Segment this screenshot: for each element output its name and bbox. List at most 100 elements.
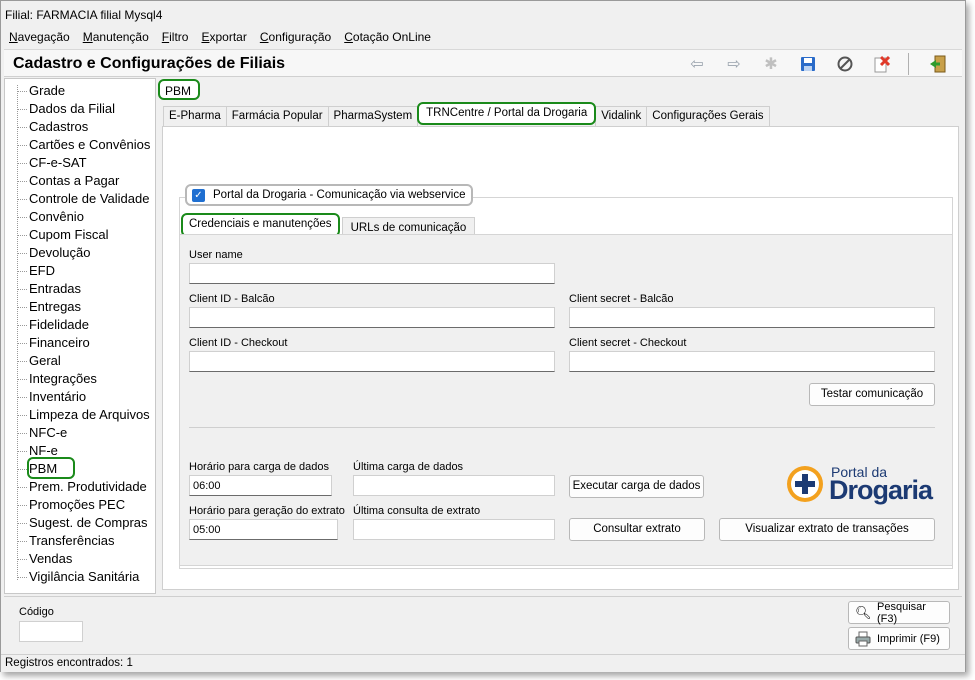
tree-item-devolucao[interactable]: Devolução (29, 245, 90, 261)
tree-branch-line (17, 523, 27, 524)
tab-farmacia-popular[interactable]: Farmácia Popular (225, 106, 329, 126)
menu-navegacao[interactable]: Navegação (9, 29, 70, 49)
tree-item-cf-e-sat[interactable]: CF-e-SAT (29, 155, 87, 171)
tree-item-grade[interactable]: Grade (29, 83, 65, 99)
consultar-extrato-button[interactable]: Consultar extrato (569, 518, 705, 541)
tree-item-geral[interactable]: Geral (29, 353, 61, 369)
search-button-label: Pesquisar (F3) (877, 600, 926, 625)
tree-item-contas-a-pagar[interactable]: Contas a Pagar (29, 173, 119, 189)
tree-item-entradas[interactable]: Entradas (29, 281, 81, 297)
tree-branch-line (17, 361, 27, 362)
menu-configuracao[interactable]: Configuração (260, 29, 331, 49)
user-name-input[interactable] (189, 263, 555, 284)
tree-item-fidelidade[interactable]: Fidelidade (29, 317, 89, 333)
tree-item-vigilancia-sanitaria[interactable]: Vigilância Sanitária (29, 569, 139, 585)
codigo-input[interactable] (19, 621, 83, 642)
tree-item-entregas[interactable]: Entregas (29, 299, 81, 315)
tree-item-pbm[interactable]: PBM (29, 461, 57, 477)
tree-item-cadastros[interactable]: Cadastros (29, 119, 88, 135)
tree-item-transferencias[interactable]: Transferências (29, 533, 115, 549)
tree-item-nfc-e[interactable]: NFC-e (29, 425, 67, 441)
tree-item-nf-e[interactable]: NF-e (29, 443, 58, 459)
ultima-consulta-field (353, 519, 555, 540)
tree-item-prem-produtividade[interactable]: Prem. Produtividade (29, 479, 147, 495)
tree-item-convenio[interactable]: Convênio (29, 209, 84, 225)
menu-cotacao-online[interactable]: Cotação OnLine (344, 29, 431, 49)
client-secret-balcao-input[interactable] (569, 307, 935, 328)
tree-item-sugest-de-compras[interactable]: Sugest. de Compras (29, 515, 148, 531)
tree-item-integracoes[interactable]: Integrações (29, 371, 97, 387)
tree-item-cupom-fiscal[interactable]: Cupom Fiscal (29, 227, 108, 243)
tree-branch-line (17, 415, 27, 416)
tree-branch-line (17, 289, 27, 290)
exit-icon[interactable] (926, 53, 950, 75)
tree-branch-line (17, 451, 27, 452)
tree-item-financeiro[interactable]: Financeiro (29, 335, 90, 351)
tree-branch-line (17, 163, 27, 164)
checkbox-checked-icon[interactable]: ✓ (192, 188, 205, 202)
tab-pharmasystem[interactable]: PharmaSystem (327, 106, 419, 126)
forward-arrow-icon[interactable]: ⇨ (722, 53, 746, 75)
menu-bar: Navegação Manutenção Filtro Exportar Con… (1, 29, 965, 49)
tree-branch-line (17, 217, 27, 218)
horario-extrato-label: Horário para geração do extrato (189, 505, 345, 517)
content-area: PBM E-Pharma Farmácia Popular PharmaSyst… (158, 78, 963, 594)
client-secret-checkout-input[interactable] (569, 351, 935, 372)
logo-plus-horizontal (795, 481, 815, 487)
search-button[interactable]: 🔍︎ Pesquisar (F3) (848, 600, 950, 625)
horario-carga-input[interactable]: 06:00 (189, 475, 332, 496)
tree-branch-line (17, 505, 27, 506)
tree-branch-line (17, 577, 27, 578)
menu-exportar[interactable]: Exportar (201, 29, 246, 49)
tree-item-limpeza-de-arquivos[interactable]: Limpeza de Arquivos (29, 407, 150, 423)
visualizar-extrato-button[interactable]: Visualizar extrato de transações (719, 518, 935, 541)
cancel-icon[interactable] (833, 53, 857, 75)
test-communication-button[interactable]: Testar comunicação (809, 383, 935, 406)
tree-item-cartoes-e-convenios[interactable]: Cartões e Convênios (29, 137, 150, 153)
tree-item-controle-de-validade[interactable]: Controle de Validade (29, 191, 149, 207)
printer-icon (855, 631, 871, 647)
horario-carga-label: Horário para carga de dados (189, 461, 330, 473)
tree-item-dados-da-filial[interactable]: Dados da Filial (29, 101, 115, 117)
tree-branch-line (17, 541, 27, 542)
print-button[interactable]: Imprimir (F9) (848, 627, 950, 650)
tree-branch-line (17, 145, 27, 146)
back-arrow-icon[interactable]: ⇦ (685, 53, 709, 75)
tab-configuracoes-gerais[interactable]: Configurações Gerais (646, 106, 770, 126)
portal-webservice-checkbox[interactable]: ✓ Portal da Drogaria - Comunicação via w… (185, 184, 474, 206)
client-id-checkout-input[interactable] (189, 351, 555, 372)
logo-text-line2: Drogaria (829, 475, 933, 505)
tree-branch-line (17, 181, 27, 182)
tree-item-vendas[interactable]: Vendas (29, 551, 72, 567)
tree-item-efd[interactable]: EFD (29, 263, 55, 279)
portal-drogaria-logo: Portal da Drogaria (785, 462, 935, 506)
tree-branch-line (17, 127, 27, 128)
tree-branch-line (17, 91, 27, 92)
horario-extrato-input[interactable]: 05:00 (189, 519, 338, 540)
tab-trncentre-portal[interactable]: TRNCentre / Portal da Drogaria (417, 102, 597, 125)
tab-vidalink[interactable]: Vidalink (595, 106, 648, 126)
tree-branch-line (17, 379, 27, 380)
executar-carga-button[interactable]: Executar carga de dados (569, 475, 704, 498)
tree-branch-line (17, 307, 27, 308)
main-window: Filial: FARMACIA filial Mysql4 Navegação… (0, 0, 966, 672)
bottom-panel: Código 🔍︎ Pesquisar (F3) Imprimir (F9) (4, 596, 962, 652)
delete-icon[interactable] (870, 53, 894, 75)
user-name-label: User name (189, 249, 243, 261)
tree-item-promocoes-pec[interactable]: Promoções PEC (29, 497, 125, 513)
section-tab-pbm[interactable]: PBM (158, 79, 200, 100)
menu-manutencao[interactable]: Manutenção (83, 29, 149, 49)
menu-filtro[interactable]: Filtro (162, 29, 189, 49)
tab-e-pharma[interactable]: E-Pharma (163, 106, 227, 126)
tree-branch-line (17, 559, 27, 560)
tab-panel: ✓ Portal da Drogaria - Comunicação via w… (162, 126, 959, 590)
new-record-icon[interactable]: ✱ (759, 53, 783, 75)
pbm-tabs: E-Pharma Farmácia Popular PharmaSystem T… (163, 102, 770, 126)
tree-item-inventario[interactable]: Inventário (29, 389, 86, 405)
page-header: Cadastro e Configurações de Filiais ⇦ ⇨ … (4, 49, 962, 77)
client-id-balcao-input[interactable] (189, 307, 555, 328)
save-icon[interactable] (796, 53, 820, 75)
codigo-label: Código (19, 606, 54, 618)
ultima-carga-label: Última carga de dados (353, 461, 464, 473)
print-button-label: Imprimir (F9) (877, 632, 940, 645)
